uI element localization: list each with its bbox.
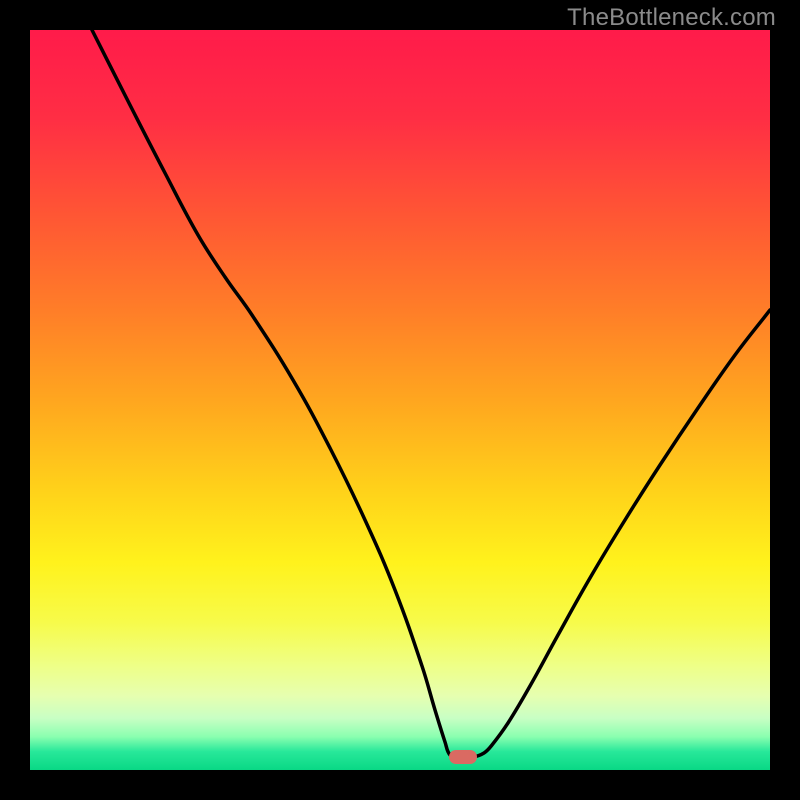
watermark-text: TheBottleneck.com <box>567 4 776 32</box>
optimum-marker <box>449 750 477 764</box>
chart-frame: TheBottleneck.com <box>0 0 800 800</box>
bottleneck-curve <box>30 30 770 770</box>
plot-area <box>30 30 770 770</box>
